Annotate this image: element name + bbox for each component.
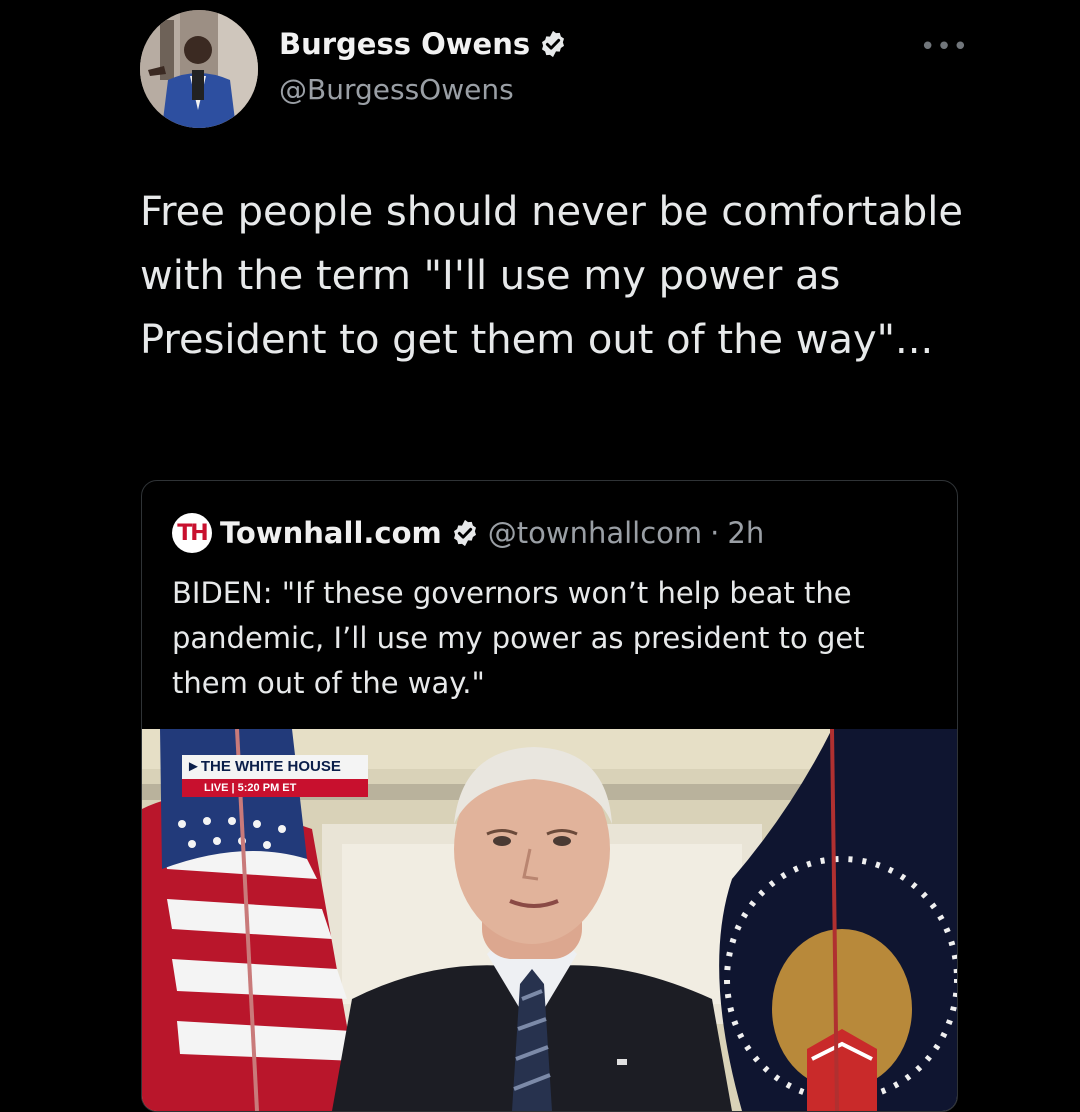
author-name-row[interactable]: Burgess Owens xyxy=(279,27,568,61)
quoted-author-handle[interactable]: @townhallcom xyxy=(488,516,702,550)
quoted-tweet-header: TH Townhall.com @townhallcom · 2h xyxy=(172,513,764,553)
quoted-tweet-media[interactable]: ►THE WHITE HOUSE LIVE | 5:20 PM ET xyxy=(142,729,957,1111)
quoted-tweet-card[interactable]: TH Townhall.com @townhallcom · 2h BIDEN:… xyxy=(141,480,958,1112)
author-avatar[interactable] xyxy=(140,10,258,128)
chyron-title: ►THE WHITE HOUSE xyxy=(182,755,368,779)
play-icon: ► xyxy=(186,758,201,775)
more-options-icon[interactable]: ••• xyxy=(920,32,969,62)
separator-dot: · xyxy=(710,516,720,550)
chyron-time-text: 5:20 PM ET xyxy=(237,782,297,794)
news-chyron: ►THE WHITE HOUSE LIVE | 5:20 PM ET xyxy=(182,755,368,799)
quoted-author-name[interactable]: Townhall.com xyxy=(220,516,442,550)
verified-badge-icon xyxy=(542,30,565,58)
chyron-live: LIVE | 5:20 PM ET xyxy=(182,779,368,797)
tweet-text: Free people should never be comfortable … xyxy=(140,189,963,363)
chyron-live-text: LIVE xyxy=(204,782,229,794)
author-name[interactable]: Burgess Owens xyxy=(279,27,530,61)
chyron-title-text: THE WHITE HOUSE xyxy=(200,758,341,775)
quoted-tweet-time[interactable]: 2h xyxy=(727,516,764,550)
verified-badge-icon xyxy=(453,519,476,547)
profile-photo-icon xyxy=(140,10,258,128)
author-handle[interactable]: @BurgessOwens xyxy=(279,73,514,106)
townhall-logo-icon: TH xyxy=(172,513,212,553)
quoted-tweet-text: BIDEN: "If these governors won’t help be… xyxy=(172,576,865,700)
